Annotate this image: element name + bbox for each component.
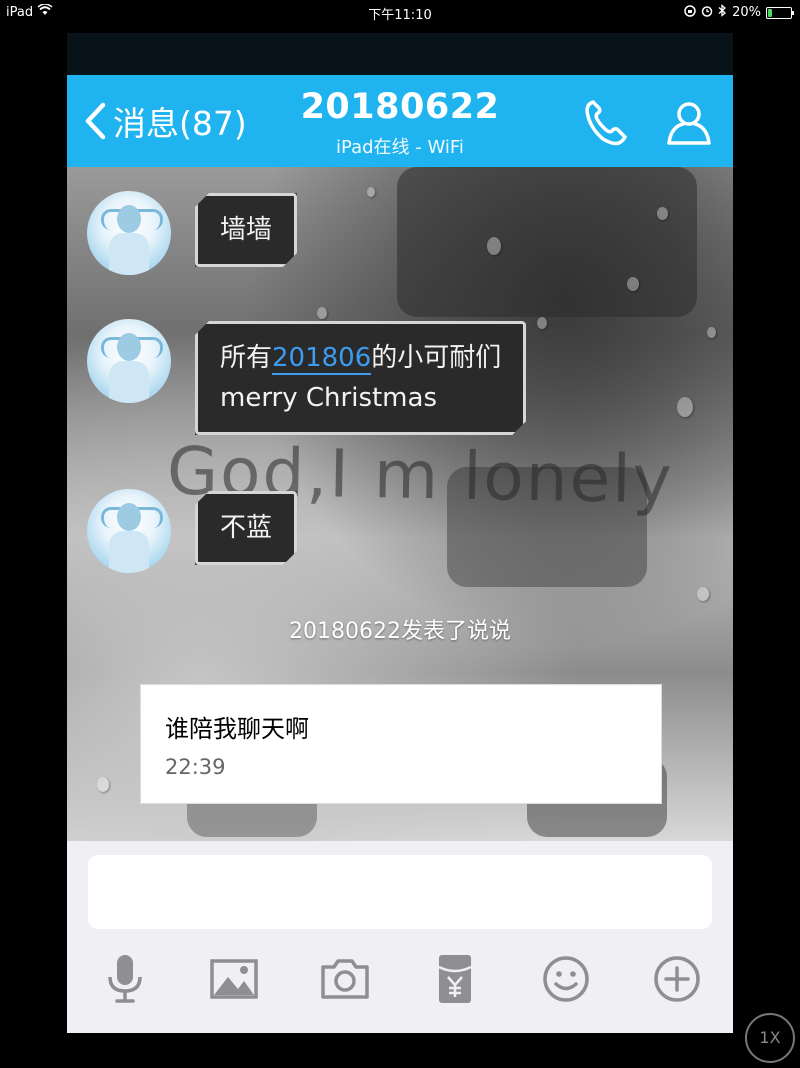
chat-title: 20180622	[300, 87, 500, 127]
post-time: 22:39	[165, 755, 226, 779]
chat-window: 消息(87) 20180622 iPad在线 - WiFi God,I m lo…	[67, 33, 733, 1033]
message-input[interactable]	[88, 855, 712, 929]
message-line-1: 所有201806的小可耐们	[220, 343, 502, 375]
input-bar	[67, 841, 733, 1033]
avatar[interactable]	[87, 489, 171, 573]
message-bubble[interactable]: 不蓝	[195, 491, 297, 565]
image-icon[interactable]	[206, 951, 262, 1007]
message-line-2: merry Christmas	[220, 383, 437, 413]
system-notice: 20180622发表了说说	[289, 619, 511, 644]
red-packet-icon[interactable]	[427, 951, 483, 1007]
bluetooth-icon	[718, 4, 727, 21]
message-text: 不蓝	[220, 513, 273, 543]
avatar[interactable]	[87, 319, 171, 403]
battery-icon	[766, 6, 794, 19]
chat-subtitle: iPad在线 - WiFi	[336, 137, 464, 158]
message-row: 所有201806的小可耐们 merry Christmas	[87, 319, 526, 435]
chat-area[interactable]: God,I m lonely 墙墙 所有201806的小可耐们 merry Ch…	[67, 167, 733, 841]
message-row: 不蓝	[87, 489, 297, 573]
plus-icon[interactable]	[649, 951, 705, 1007]
status-bar: iPad 下午11:10 20%	[0, 0, 800, 24]
message-row: 墙墙	[87, 191, 297, 275]
status-time: 下午11:10	[368, 8, 432, 23]
camera-icon[interactable]	[317, 951, 373, 1007]
emoji-icon[interactable]	[538, 951, 594, 1007]
message-bubble[interactable]: 墙墙	[195, 193, 297, 267]
microphone-icon[interactable]	[97, 951, 153, 1007]
phone-icon[interactable]	[579, 97, 631, 149]
message-bubble[interactable]: 所有201806的小可耐们 merry Christmas	[195, 321, 526, 435]
post-text: 谁陪我聊天啊	[165, 715, 309, 743]
orientation-lock-icon	[684, 4, 696, 21]
message-text: 墙墙	[220, 215, 273, 245]
toolbar	[67, 951, 733, 1011]
message-link[interactable]: 201806	[272, 343, 371, 375]
battery-percent: 20%	[732, 5, 761, 20]
nav-bar: 消息(87) 20180622 iPad在线 - WiFi	[67, 75, 733, 167]
alarm-icon	[701, 5, 713, 21]
person-icon[interactable]	[663, 97, 715, 149]
post-card[interactable]: 谁陪我聊天啊 22:39	[140, 684, 662, 804]
zoom-badge[interactable]: 1X	[745, 1013, 795, 1063]
avatar[interactable]	[87, 191, 171, 275]
